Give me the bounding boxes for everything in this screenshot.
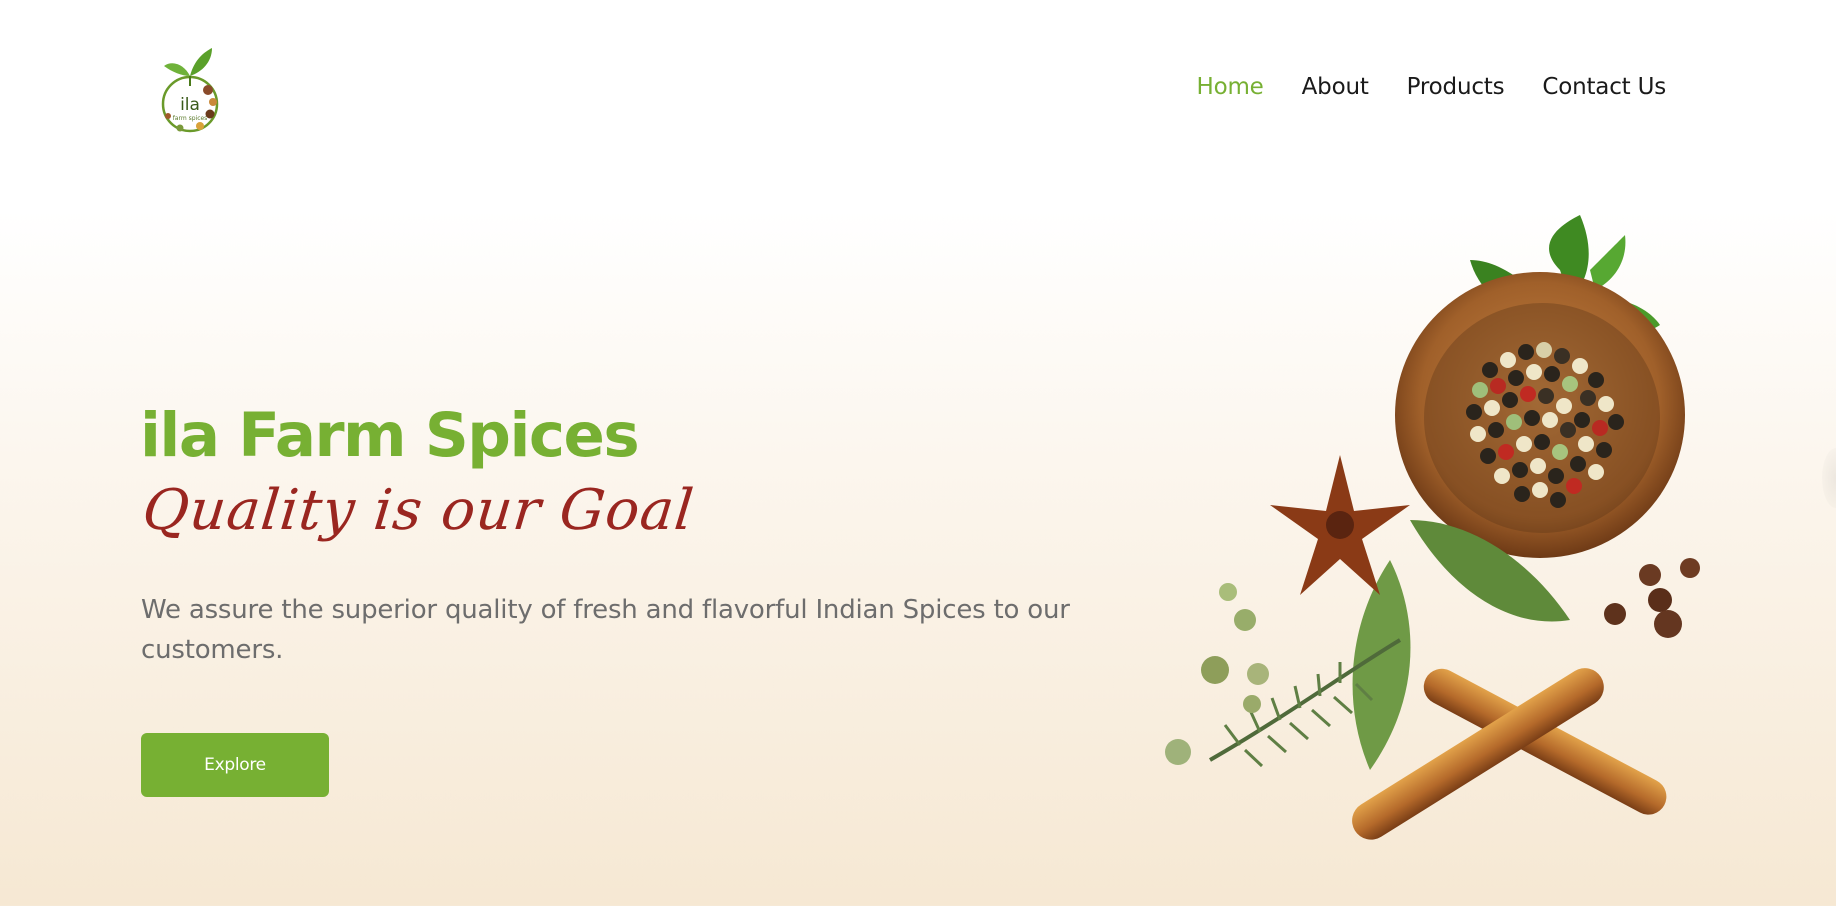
nav-products-link[interactable]: Products: [1407, 74, 1505, 100]
svg-text:farm spices: farm spices: [173, 115, 208, 122]
logo-emblem: ila farm spices: [161, 48, 219, 133]
hero-description: We assure the superior quality of fresh …: [141, 595, 1070, 665]
nav-contact-link[interactable]: Contact Us: [1542, 74, 1666, 100]
nav-about-link[interactable]: About: [1302, 74, 1369, 100]
svg-text:ila: ila: [180, 95, 200, 115]
spices-illustration: [1165, 215, 1700, 840]
edge-shadow: [1822, 448, 1836, 508]
explore-button[interactable]: Explore: [141, 733, 329, 797]
hero-title: ila Farm Spices: [140, 400, 640, 471]
nav-home-link[interactable]: Home: [1197, 74, 1264, 100]
site-header: ila farm spices Home About Products Cont…: [0, 0, 1836, 180]
hero-tagline: Quality is our Goal: [139, 478, 698, 543]
spices-image: [1150, 200, 1760, 850]
main-nav: Home About Products Contact Us: [1197, 74, 1667, 100]
brand-logo[interactable]: ila farm spices: [150, 46, 230, 146]
